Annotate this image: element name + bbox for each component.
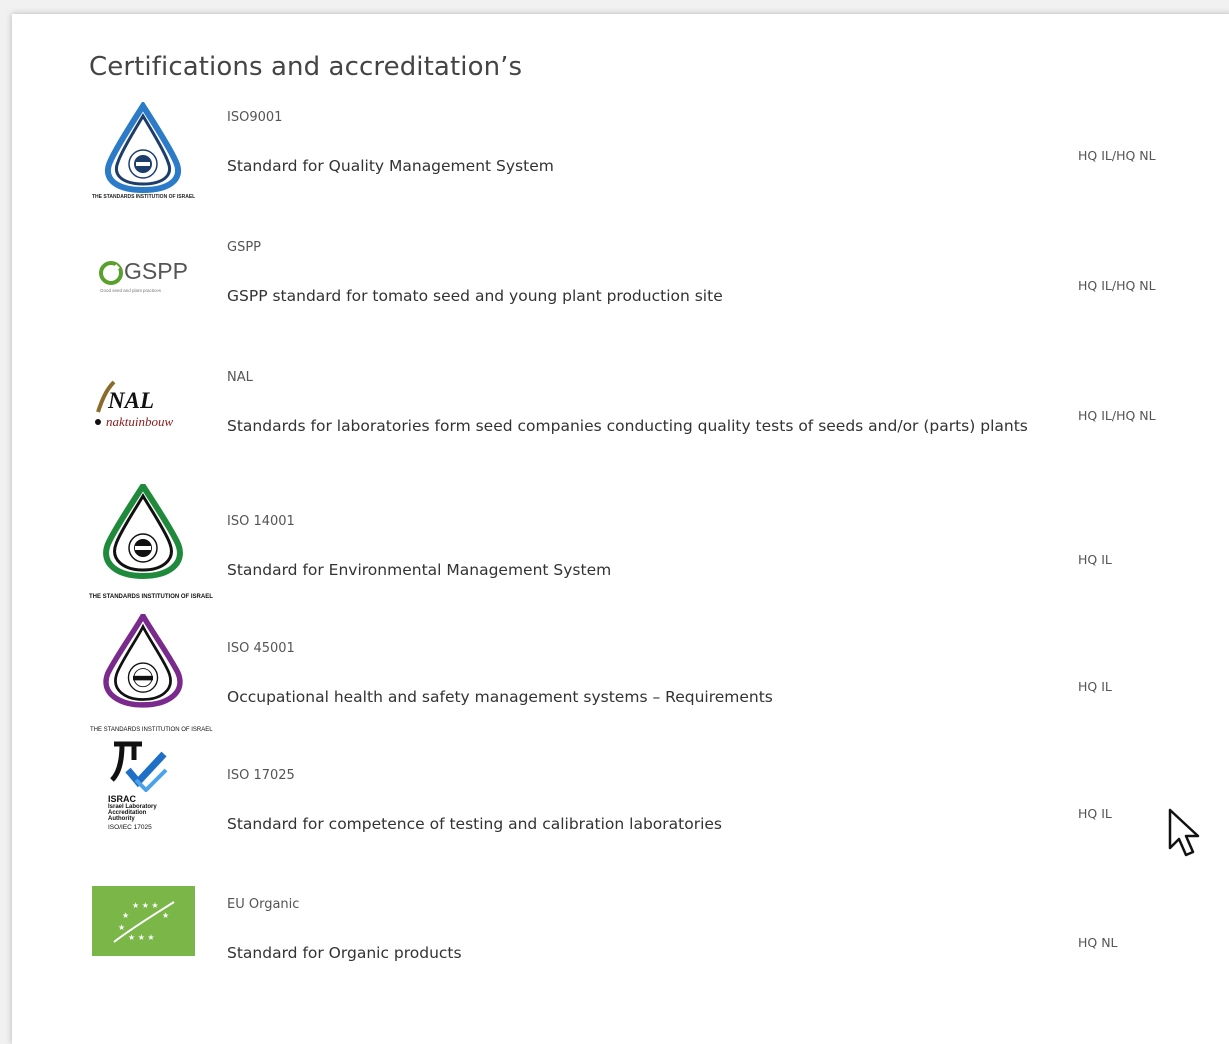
certification-row-iso17025: ISRAC Israel Laboratory Accreditation Au… — [12, 740, 1212, 860]
certification-description: Occupational health and safety managemen… — [227, 688, 773, 706]
certification-description: GSPP standard for tomato seed and young … — [227, 287, 723, 305]
certification-code: NAL — [227, 370, 253, 385]
sii-iso14001-logo-icon — [103, 484, 183, 580]
certification-location: HQ IL/HQ NL — [1078, 278, 1156, 293]
certification-description: Standard for Organic products — [227, 944, 462, 962]
svg-text:★: ★ — [162, 911, 169, 920]
israc-check-icon — [110, 741, 168, 792]
certification-row-iso14001: THE STANDARDS INSTITUTION OF ISRAEL ISO … — [12, 484, 1212, 604]
certification-row-nal: NAL naktuinbouw NAL Standards for labora… — [12, 362, 1212, 482]
page-title: Certifications and accreditation’s — [89, 52, 523, 82]
certification-row-gspp: GSPP Good seed and plant practices GSPP … — [12, 232, 1212, 352]
certification-location: HQ IL — [1078, 679, 1112, 694]
certification-code: ISO 17025 — [227, 768, 295, 783]
nal-logo-text: NAL — [108, 388, 154, 413]
certification-row-iso45001: THE STANDARDS INSTITUTION OF ISRAEL ISO … — [12, 614, 1212, 734]
sii-iso9001-logo-icon — [105, 102, 181, 194]
certification-code: GSPP — [227, 240, 262, 255]
certification-code: ISO9001 — [227, 110, 283, 125]
gspp-logo-subtext: Good seed and plant practices — [100, 288, 162, 293]
certification-code: ISO 45001 — [227, 641, 295, 656]
israc-logo-text: ISRAC — [108, 794, 137, 804]
certification-location: HQ IL — [1078, 552, 1112, 567]
eu-organic-logo-icon: ★ ★ ★ ★ ★ ★ ★ ★ ★ — [92, 886, 195, 956]
certification-location: HQ IL/HQ NL — [1078, 148, 1156, 163]
logo-caption: THE STANDARDS INSTITUTION OF ISRAEL — [89, 594, 213, 600]
svg-text:★: ★ — [118, 923, 125, 932]
svg-text:★: ★ — [122, 911, 129, 920]
svg-text:★ ★ ★: ★ ★ ★ — [128, 933, 155, 942]
gspp-logo-text: GSPP — [124, 258, 188, 284]
certification-location: HQ IL — [1078, 806, 1112, 821]
certification-description: Standards for laboratories form seed com… — [227, 417, 1028, 435]
certification-description: Standard for Quality Management System — [227, 157, 554, 175]
certification-row-eu-organic: ★ ★ ★ ★ ★ ★ ★ ★ ★ EU Organic Standard fo… — [12, 872, 1212, 992]
nal-dot-icon — [95, 419, 101, 425]
certification-code: ISO 14001 — [227, 514, 295, 529]
certification-description: Standard for competence of testing and c… — [227, 815, 723, 833]
israc-logo-icon: ISRAC Israel Laboratory Accreditation Au… — [108, 740, 198, 844]
sii-iso45001-logo-icon — [103, 614, 183, 708]
logo-caption: THE STANDARDS INSTITUTION OF ISRAEL — [90, 727, 213, 733]
gspp-leaf-icon — [99, 261, 123, 285]
certification-location: HQ IL/HQ NL — [1078, 408, 1156, 423]
israc-logo-standard: ISO/IEC 17025 — [108, 824, 152, 831]
certification-row-iso9001: THE STANDARDS INSTITUTION OF ISRAEL ISO9… — [12, 102, 1212, 222]
certifications-card: Certifications and accreditation’s THE S… — [12, 14, 1229, 1044]
logo-caption: THE STANDARDS INSTITUTION OF ISRAEL — [92, 194, 196, 200]
gspp-logo-icon: GSPP Good seed and plant practices — [98, 258, 198, 298]
certification-location: HQ NL — [1078, 935, 1118, 950]
naktuinbouw-nal-logo-icon: NAL naktuinbouw — [92, 380, 202, 440]
nal-logo-subtext: naktuinbouw — [106, 414, 174, 429]
certification-code: EU Organic — [227, 897, 300, 912]
mouse-cursor-icon — [1168, 808, 1200, 857]
certification-description: Standard for Environmental Management Sy… — [227, 561, 612, 579]
israc-logo-subtext: Israel Laboratory Accreditation Authorit… — [108, 804, 157, 822]
svg-text:★ ★ ★: ★ ★ ★ — [132, 901, 159, 910]
